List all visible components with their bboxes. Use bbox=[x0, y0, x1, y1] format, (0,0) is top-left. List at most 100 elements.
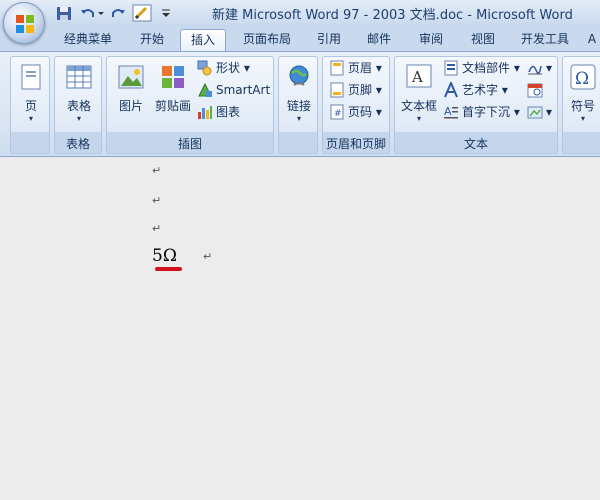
group-label-table: 表格 bbox=[65, 137, 90, 151]
document-area[interactable]: ↵ ↵ ↵ 5Ω ↵ bbox=[0, 158, 600, 500]
tab-developer[interactable]: 开发工具 bbox=[514, 29, 576, 51]
group-pages: 页 ▾ bbox=[10, 56, 50, 154]
svg-text:#: # bbox=[334, 109, 342, 119]
symbol-button[interactable]: Ω 符号 ▾ bbox=[561, 59, 600, 131]
chevron-down-icon: ▾ bbox=[513, 61, 520, 75]
tab-insert[interactable]: 插入 bbox=[180, 29, 226, 51]
table-icon bbox=[66, 65, 92, 89]
textbox-button[interactable]: A 文本框 ▾ bbox=[397, 59, 441, 131]
table-button[interactable]: 表格 ▾ bbox=[57, 59, 101, 131]
ribbon: 页 ▾ 表格 ▾ 表格 图片 剪贴画 形状 ▾ SmartArt 图表 插图 链… bbox=[0, 51, 600, 157]
wordart-icon bbox=[444, 82, 458, 98]
smartart-button[interactable]: SmartArt bbox=[197, 80, 271, 100]
quickparts-button[interactable]: 文档部件 ▾ bbox=[443, 58, 523, 78]
page-number-label: 页码 ▾ bbox=[348, 105, 382, 119]
undo-dropdown-icon[interactable] bbox=[97, 4, 105, 22]
page-label: 页 bbox=[24, 99, 37, 113]
quickparts-label: 文档部件 ▾ bbox=[462, 61, 520, 75]
omega-symbol-icon: Ω bbox=[570, 64, 596, 90]
page-number-icon: # bbox=[330, 104, 344, 120]
clipart-label: 剪贴画 bbox=[154, 99, 191, 113]
tab-view[interactable]: 视图 bbox=[462, 29, 504, 51]
signature-line-button[interactable]: ▾ bbox=[527, 58, 557, 78]
tab-home[interactable]: 开始 bbox=[128, 29, 176, 51]
clipart-button[interactable]: 剪贴画 bbox=[151, 59, 195, 131]
smartart-label: SmartArt bbox=[216, 83, 271, 97]
svg-text:A: A bbox=[411, 68, 423, 86]
paragraph-mark: ↵ bbox=[203, 250, 213, 263]
dropcap-label: 首字下沉 ▾ bbox=[462, 105, 520, 119]
group-header-footer: 页眉 ▾ 页脚 ▾ # 页码 ▾ 页眉和页脚 bbox=[322, 56, 390, 154]
format-painter-icon[interactable] bbox=[132, 4, 152, 22]
group-label-header-footer: 页眉和页脚 bbox=[325, 137, 386, 151]
paragraph-mark: ↵ bbox=[152, 194, 162, 207]
chevron-down-icon: ▾ bbox=[580, 114, 585, 123]
office-logo-icon bbox=[16, 15, 34, 33]
signature-line-icon bbox=[528, 65, 542, 75]
undo-icon[interactable] bbox=[80, 4, 96, 22]
group-links: 链接 ▾ bbox=[278, 56, 318, 154]
document-text[interactable]: 5Ω bbox=[152, 246, 177, 266]
svg-text:Ω: Ω bbox=[575, 69, 589, 89]
page-button[interactable]: 页 ▾ bbox=[9, 59, 53, 131]
tab-classic-menu[interactable]: 经典菜单 bbox=[56, 29, 120, 51]
paragraph-mark: ↵ bbox=[152, 222, 162, 235]
customize-toolbar-icon[interactable] bbox=[160, 4, 172, 22]
chevron-down-icon: ▾ bbox=[501, 83, 508, 97]
chevron-down-icon: ▾ bbox=[375, 61, 382, 75]
paragraph-mark: ↵ bbox=[152, 164, 162, 177]
chevron-down-icon: ▾ bbox=[243, 61, 250, 75]
footer-button[interactable]: 页脚 ▾ bbox=[329, 80, 387, 100]
group-illustrations: 图片 剪贴画 形状 ▾ SmartArt 图表 插图 bbox=[106, 56, 274, 154]
tab-overflow[interactable]: A bbox=[584, 29, 600, 51]
quickparts-icon bbox=[444, 60, 458, 76]
table-label: 表格 bbox=[66, 99, 91, 113]
group-text: A 文本框 ▾ 文档部件 ▾ 艺术字 ▾ A 首字下沉 ▾ ▾ ▾ 文本 bbox=[394, 56, 558, 154]
header-label: 页眉 ▾ bbox=[348, 61, 382, 75]
chevron-down-icon: ▾ bbox=[76, 114, 81, 123]
dropcap-icon: A bbox=[444, 105, 458, 119]
window-title: 新建 Microsoft Word 97 - 2003 文档.doc - Mic… bbox=[212, 8, 573, 23]
group-symbols: Ω 符号 ▾ bbox=[562, 56, 600, 154]
header-icon bbox=[330, 60, 344, 76]
wordart-label: 艺术字 ▾ bbox=[462, 83, 508, 97]
chart-label: 图表 bbox=[216, 105, 241, 119]
tab-references[interactable]: 引用 bbox=[308, 29, 350, 51]
group-table: 表格 ▾ 表格 bbox=[54, 56, 102, 154]
redo-icon[interactable] bbox=[110, 4, 126, 22]
chevron-down-icon: ▾ bbox=[513, 105, 520, 119]
insert-object-button[interactable]: ▾ bbox=[527, 102, 557, 122]
title-bar: 新建 Microsoft Word 97 - 2003 文档.doc - Mic… bbox=[0, 0, 600, 26]
spell-check-underline bbox=[155, 267, 182, 271]
picture-button[interactable]: 图片 bbox=[109, 59, 153, 131]
links-button[interactable]: 链接 ▾ bbox=[277, 59, 321, 131]
page-number-button[interactable]: # 页码 ▾ bbox=[329, 102, 387, 122]
chevron-down-icon: ▾ bbox=[375, 105, 382, 119]
smartart-icon bbox=[198, 82, 212, 97]
symbol-label: 符号 bbox=[570, 99, 595, 113]
dropcap-button[interactable]: A 首字下沉 ▾ bbox=[443, 102, 523, 122]
header-button[interactable]: 页眉 ▾ bbox=[329, 58, 387, 78]
wordart-button[interactable]: 艺术字 ▾ bbox=[443, 80, 523, 100]
chart-button[interactable]: 图表 bbox=[197, 102, 271, 122]
footer-icon bbox=[330, 82, 344, 98]
tab-mailings[interactable]: 邮件 bbox=[358, 29, 400, 51]
shapes-button[interactable]: 形状 ▾ bbox=[197, 58, 271, 78]
chevron-down-icon: ▾ bbox=[546, 61, 553, 75]
chevron-down-icon: ▾ bbox=[28, 114, 33, 123]
textbox-label: 文本框 bbox=[400, 99, 437, 113]
group-label-text: 文本 bbox=[463, 137, 488, 151]
chevron-down-icon: ▾ bbox=[296, 114, 301, 123]
chart-icon bbox=[198, 106, 212, 119]
shapes-label: 形状 ▾ bbox=[216, 61, 250, 75]
shapes-icon bbox=[197, 60, 212, 76]
tab-review[interactable]: 审阅 bbox=[410, 29, 452, 51]
date-time-icon bbox=[527, 83, 543, 98]
textbox-icon: A bbox=[406, 64, 432, 88]
date-time-button[interactable] bbox=[527, 80, 557, 100]
chevron-down-icon: ▾ bbox=[375, 83, 382, 97]
tab-page-layout[interactable]: 页面布局 bbox=[234, 29, 300, 51]
clipart-icon bbox=[162, 66, 184, 88]
save-icon[interactable] bbox=[56, 4, 72, 22]
office-button[interactable] bbox=[3, 2, 45, 44]
